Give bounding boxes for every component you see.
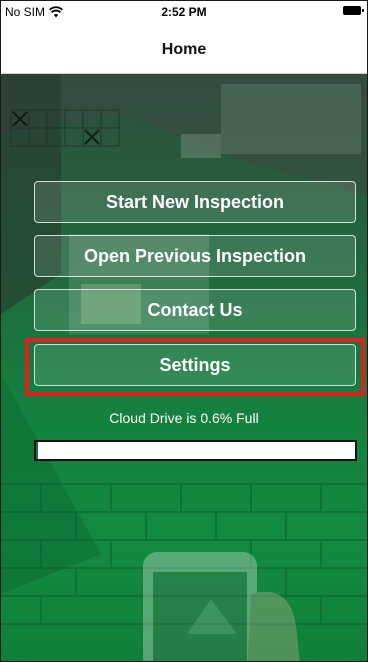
cloud-storage-progress-bar [34, 440, 357, 461]
open-previous-inspection-button[interactable]: Open Previous Inspection [34, 235, 356, 277]
page-title: Home [161, 41, 207, 58]
cloud-storage-label: Cloud Drive is 0.6% Full [109, 410, 259, 426]
status-bar: No SIM 2:52 PM [1, 1, 367, 23]
cloud-storage-progress-fill [36, 442, 38, 459]
app-screen: No SIM 2:52 PM Home Start New Inspection… [0, 0, 368, 662]
status-time: 2:52 PM [161, 5, 207, 19]
settings-highlight-outline [25, 338, 365, 396]
battery-full-icon [343, 6, 364, 15]
home-content: Start New Inspection Open Previous Inspe… [1, 74, 367, 661]
start-new-inspection-button[interactable]: Start New Inspection [34, 181, 356, 223]
contact-us-button[interactable]: Contact Us [34, 289, 356, 331]
navigation-bar: Home [1, 23, 367, 74]
